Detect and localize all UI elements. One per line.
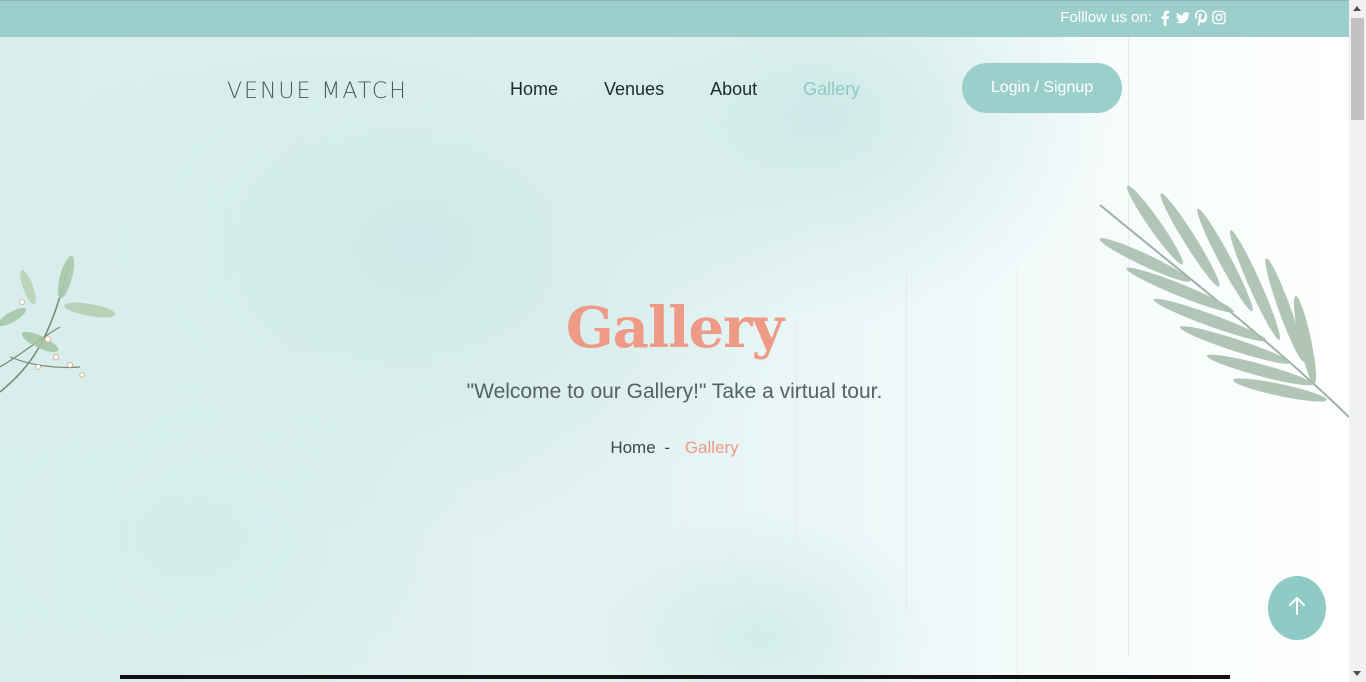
site-logo[interactable]: VENUE MATCH — [227, 79, 408, 104]
instagram-icon[interactable] — [1212, 10, 1226, 26]
nav-gallery[interactable]: Gallery — [803, 79, 860, 100]
follow-us: Folllow us on: — [1060, 9, 1226, 26]
page-scrollbar[interactable] — [1349, 0, 1366, 682]
top-bar: Folllow us on: — [0, 0, 1349, 37]
follow-label: Folllow us on: — [1060, 9, 1152, 26]
login-signup-button[interactable]: Login / Signup — [962, 63, 1122, 113]
breadcrumb: Home - Gallery — [0, 438, 1349, 458]
scrollbar-thumb[interactable] — [1351, 18, 1364, 120]
nav-home[interactable]: Home — [510, 79, 558, 100]
divider-line — [685, 457, 686, 547]
page-subtitle: "Welcome to our Gallery!" Take a virtual… — [466, 380, 883, 403]
arrow-up-icon — [1288, 596, 1306, 621]
pinterest-icon[interactable] — [1194, 9, 1208, 26]
breadcrumb-home[interactable]: Home — [610, 438, 655, 457]
nav-venues[interactable]: Venues — [604, 79, 664, 100]
breadcrumb-current: Gallery — [684, 438, 739, 457]
gallery-preview-edge — [120, 675, 1230, 679]
breadcrumb-separator: - — [664, 438, 671, 457]
scroll-to-top-button[interactable] — [1268, 576, 1326, 640]
main-nav: Home Venues About Gallery — [510, 79, 860, 100]
social-links — [1158, 9, 1226, 26]
page-title: Gallery — [565, 295, 784, 361]
hero-section: VENUE MATCH Home Venues About Gallery Lo… — [0, 37, 1349, 682]
facebook-icon[interactable] — [1158, 10, 1172, 26]
nav-about[interactable]: About — [710, 79, 757, 100]
scroll-up-arrow-icon[interactable] — [1353, 6, 1361, 11]
scroll-down-arrow-icon[interactable] — [1353, 671, 1361, 676]
twitter-icon[interactable] — [1176, 10, 1190, 26]
